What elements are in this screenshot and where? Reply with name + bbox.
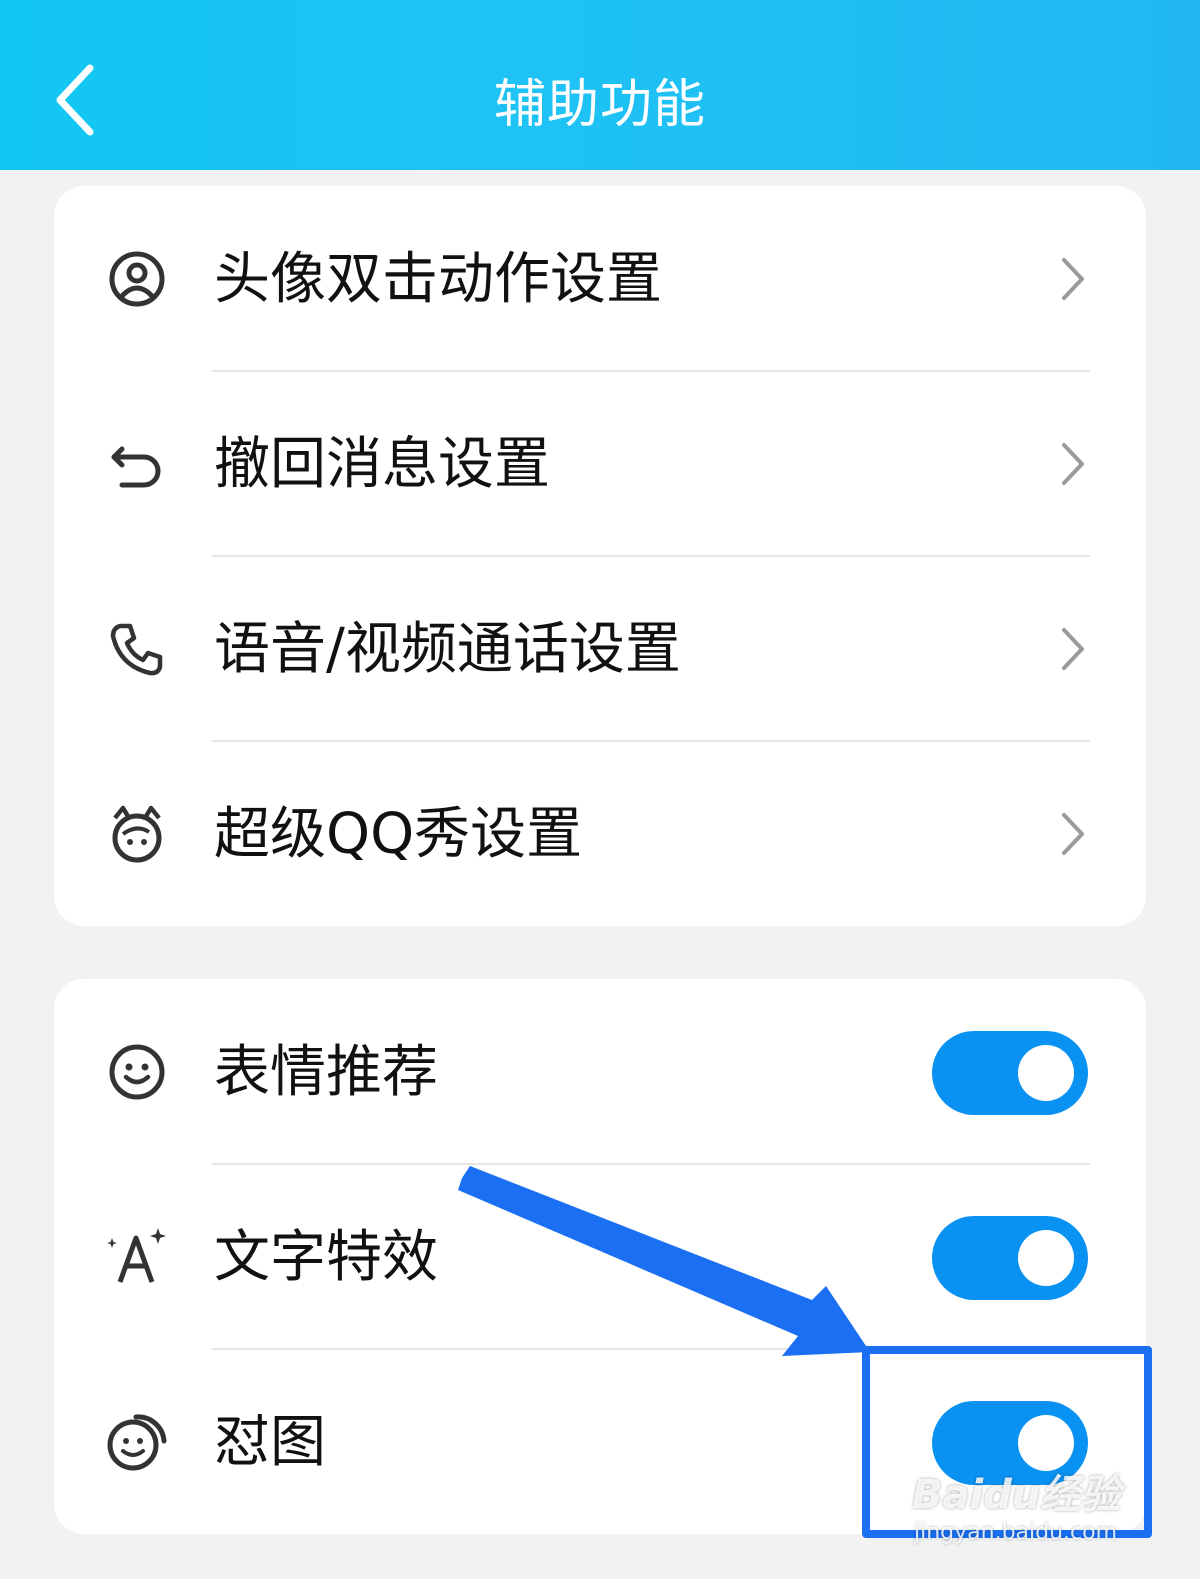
chevron-right-icon [1062, 258, 1084, 300]
chevron-right-icon [1062, 628, 1084, 670]
toggle-item-emoji-recommend: 表情推荐 [54, 979, 1146, 1164]
emoji-recommend-switch[interactable] [932, 1031, 1088, 1115]
toggle-item-label: 表情推荐 [214, 1040, 438, 1105]
sticker-reply-icon [106, 1411, 168, 1473]
toggle-item-label: 文字特效 [214, 1225, 438, 1290]
settings-item-label: 撤回消息设置 [214, 432, 550, 497]
settings-item-label: 语音/视频通话设置 [214, 617, 681, 682]
settings-item-recall-message[interactable]: 撤回消息设置 [54, 371, 1146, 556]
settings-item-super-qq-show[interactable]: 超级QQ秀设置 [54, 741, 1146, 926]
text-effects-switch[interactable] [932, 1216, 1088, 1300]
settings-item-label: 头像双击动作设置 [214, 247, 662, 312]
undo-icon [106, 433, 168, 495]
toggle-item-label: 怼图 [214, 1410, 326, 1475]
settings-item-label: 超级QQ秀设置 [214, 802, 583, 867]
app-header: 辅助功能 [0, 0, 1200, 170]
avatar-icon [106, 248, 168, 310]
switch-knob [1018, 1230, 1074, 1286]
text-effect-icon [106, 1226, 168, 1288]
chevron-right-icon [1062, 813, 1084, 855]
settings-item-voice-video-call[interactable]: 语音/视频通话设置 [54, 556, 1146, 741]
qq-show-icon [106, 803, 168, 865]
toggle-item-text-effects: 文字特效 [54, 1164, 1146, 1349]
smiley-icon [106, 1041, 168, 1103]
annotation-highlight-box [862, 1346, 1152, 1538]
settings-item-avatar-double-click[interactable]: 头像双击动作设置 [54, 186, 1146, 371]
settings-card: 头像双击动作设置 撤回消息设置 语音/视频通话设置 超级QQ秀设置 [54, 186, 1146, 926]
phone-icon [106, 618, 168, 680]
chevron-right-icon [1062, 443, 1084, 485]
page-title: 辅助功能 [493, 75, 706, 135]
switch-knob [1018, 1045, 1074, 1101]
